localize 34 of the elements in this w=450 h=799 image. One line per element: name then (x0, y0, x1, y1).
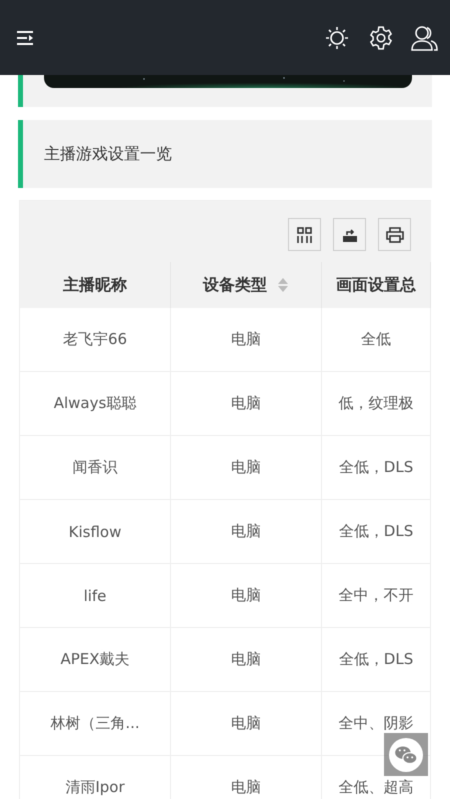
table-cell: Always聪聪 (20, 372, 171, 436)
print-button[interactable] (378, 218, 411, 251)
table-cell: 全低 (322, 308, 431, 372)
columns-icon (296, 226, 314, 244)
table-cell: 林树（三角... (20, 692, 171, 756)
chat-button[interactable] (384, 733, 428, 776)
table-cell: APEX戴夫 (20, 628, 171, 692)
table-cell: 电脑 (171, 500, 322, 564)
table-cell: 电脑 (171, 756, 322, 799)
column-header[interactable]: 设备类型 (203, 274, 267, 296)
menu-icon (16, 30, 34, 46)
table-cell: 低，纹理极 (322, 372, 431, 436)
export-button[interactable] (333, 218, 366, 251)
column-header: 主播昵称 (63, 274, 127, 296)
columns-button[interactable] (288, 218, 321, 251)
table-cell: Kisflow (20, 500, 171, 564)
table-cell: 老飞宇66 (20, 308, 171, 372)
table-cell: 清雨Ipor (20, 756, 171, 799)
table-cell: life (20, 564, 171, 628)
print-icon (384, 226, 404, 244)
chat-bubbles-icon (389, 738, 423, 772)
table-cell: 电脑 (171, 564, 322, 628)
table-cell: 闻香识 (20, 436, 171, 500)
column-header: 画面设置总 (336, 274, 416, 296)
table-cell: 电脑 (171, 436, 322, 500)
table-cell: 全低，DLS (322, 628, 431, 692)
table-cell: 电脑 (171, 628, 322, 692)
table-cell: 电脑 (171, 372, 322, 436)
table-cell: 全低，DLS (322, 500, 431, 564)
table-cell: 全低，DLS (322, 436, 431, 500)
section-title: 主播游戏设置一览 (44, 144, 172, 164)
table-cell: 电脑 (171, 308, 322, 372)
table-cell: 电脑 (171, 692, 322, 756)
table-cell: 全中，不开 (322, 564, 431, 628)
